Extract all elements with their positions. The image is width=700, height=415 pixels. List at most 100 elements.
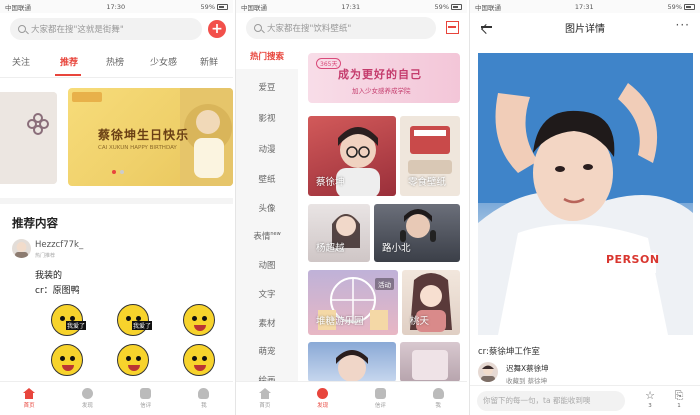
tile-label: 桃夭 [410,316,430,327]
banner-carousel[interactable]: 蔡徐坤生日快乐 CAI XUKUN HAPPY BIRTHDAY [68,88,233,186]
tab-girl-style[interactable]: 少女感 [150,55,177,68]
comment-bar: 你留下的每一句，ta 都能收到噢 ☆ 3 ⎘ 1 [470,385,700,415]
banner-previous[interactable] [0,92,57,184]
nav-home-label: 首页 [259,403,271,409]
sticker-image[interactable] [167,342,229,378]
post-username[interactable]: Hezzcf77k_ [35,240,83,250]
clock: 17:31 [341,2,361,11]
tab-recommend[interactable]: 推荐 [60,55,78,68]
topic-tile[interactable] [308,342,396,382]
tile-label: 零食壁纸 [408,177,447,188]
more-icon[interactable]: ··· [676,18,690,32]
category-item[interactable]: 爱豆 [236,81,298,93]
nav-home[interactable]: 首页 [236,382,294,415]
sticker-image[interactable]: 我爱了 [101,302,163,338]
tab-fresh[interactable]: 新鲜 [200,55,218,68]
avatar[interactable] [12,239,31,258]
search-icon [18,25,26,33]
topic-tile[interactable]: 杨超越 [308,204,370,262]
nav-messages[interactable]: 信评 [352,382,410,415]
topic-tile[interactable]: 活动 堆糖游乐园 [308,270,398,335]
tab-hot[interactable]: 热榜 [106,55,124,68]
category-item[interactable]: 动漫 [236,143,298,155]
nav-messages[interactable]: 信评 [117,382,175,415]
photo-art [478,53,693,335]
scan-icon[interactable] [446,21,459,34]
shirt-print: PERSON [606,253,660,266]
category-item[interactable]: 素材 [236,317,298,329]
nav-me[interactable]: 我 [175,382,233,415]
sticker-image[interactable] [35,342,97,378]
sticker-image[interactable]: 我爱了 [35,302,97,338]
section-divider [0,198,233,204]
battery-indicator: 59% [435,3,462,11]
banner-title: 蔡徐坤生日快乐 [98,128,190,142]
tile-photo [412,350,448,380]
compass-icon [81,388,93,399]
banner-previous-art [0,92,57,184]
topic-tile[interactable]: 路小北 [374,204,460,262]
topic-tile[interactable]: 桃夭 [402,270,460,335]
category-item[interactable]: 热门搜索 [236,45,298,69]
sticker-image[interactable] [167,302,229,338]
photo-caption: cr:蔡徐坤工作室 [478,347,540,357]
topic-tile[interactable]: 零食壁纸 [400,116,460,196]
carousel-dot-active [112,170,116,174]
new-badge: new [270,231,281,238]
comment-input[interactable]: 你留下的每一句，ta 都能收到噢 [477,391,625,411]
bottom-nav: 首页 发现 信评 我 [0,381,233,415]
carrier-label: 中国联通 [5,3,31,12]
nav-me[interactable]: 我 [409,382,467,415]
battery-percent: 59% [200,2,215,11]
search-placeholder: 大家都在搜"饮料壁纸" [267,24,352,34]
category-sidebar: 热门搜索 爱豆 影视 动漫 壁纸 头像 表情new 动图 文字 素材 萌宠 绘画 [236,45,298,386]
author-name[interactable]: 迟舞X蔡徐坤 [506,363,549,374]
tile-photo [336,350,368,382]
category-item[interactable]: 头像 [236,202,298,214]
category-item[interactable]: 文字 [236,288,298,300]
promo-banner[interactable]: 365天 成为更好的自己 加入少女感养成学院 [308,53,460,103]
tile-label: 路小北 [382,243,411,254]
nav-home-label: 首页 [23,403,35,409]
collection-info: 收藏到 蔡徐坤 [506,377,548,385]
bottom-nav: 首页 发现 信评 我 [236,381,467,415]
search-placeholder: 大家都在搜"这就是街舞" [31,25,124,35]
promo-title: 成为更好的自己 [338,68,422,81]
home-feed-screen: 中国联通 17:30 59% 大家都在搜"这就是街舞" + 关注 推荐 热榜 少… [0,0,233,415]
category-item[interactable]: 表情new [236,230,298,242]
nav-discover[interactable]: 发现 [58,382,116,415]
nav-discover[interactable]: 发现 [294,382,352,415]
section-title: 推荐内容 [12,216,58,230]
sticker-image[interactable] [101,342,163,378]
tile-badge: 活动 [375,278,394,290]
carrier-label: 中国联通 [241,3,267,12]
category-item[interactable]: 影视 [236,112,298,124]
category-item[interactable]: 壁纸 [236,173,298,185]
home-icon [23,388,36,399]
status-bar: 中国联通 17:31 59% [470,0,700,13]
topic-tile[interactable] [400,342,460,382]
share-count: 1 [677,403,681,409]
share-button[interactable]: ⎘ 1 [669,389,689,409]
sticker-caption: 我爱了 [132,321,153,330]
tab-follow[interactable]: 关注 [12,55,30,68]
promo-subtitle: 加入少女感养成学院 [352,87,411,95]
profile-icon [432,388,444,399]
favorite-button[interactable]: ☆ 3 [640,389,660,409]
sticker-grid: 我爱了 我爱了 [35,302,229,378]
battery-percent: 59% [434,2,449,11]
nav-home[interactable]: 首页 [0,382,58,415]
avatar-art [15,242,28,258]
share-icon: ⎘ [674,389,684,402]
category-item[interactable]: 萌宠 [236,345,298,357]
search-input[interactable]: 大家都在搜"这就是街舞" [10,18,202,40]
search-input[interactable]: 大家都在搜"饮料壁纸" [246,17,436,39]
battery-indicator: 59% [668,3,695,11]
category-item[interactable]: 动图 [236,259,298,271]
avatar[interactable] [478,362,498,382]
add-button[interactable]: + [208,20,226,38]
topic-tile[interactable]: 蔡徐坤 [308,116,396,196]
tile-label: 堆糖游乐园 [316,316,364,327]
category-label: 表情 [253,232,271,242]
detail-photo[interactable]: PERSON [478,53,693,335]
